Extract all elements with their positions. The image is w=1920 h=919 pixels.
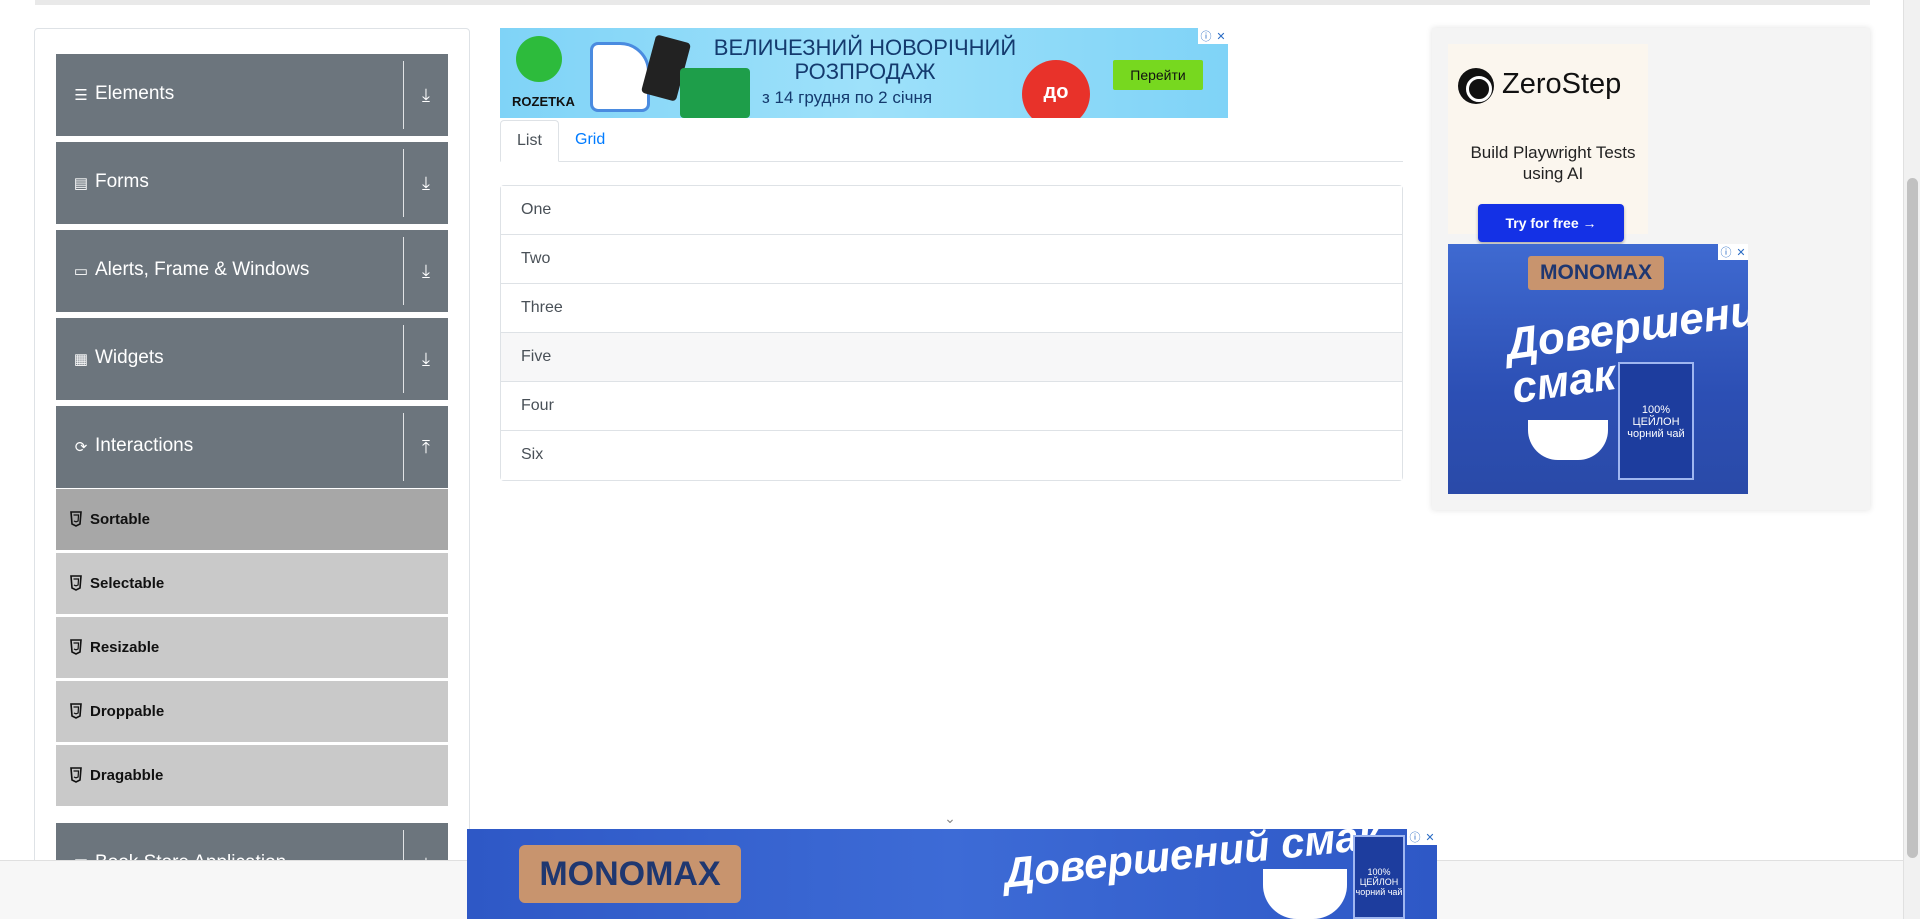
scrollbar-thumb[interactable]: [1907, 178, 1918, 858]
group-divider: [403, 149, 404, 217]
tab-list[interactable]: List: [500, 120, 559, 162]
ad-info-icon[interactable]: ⓘ: [1200, 28, 1211, 44]
left-panel: ☰ Elements ⤓ ▤ Forms ⤓ ▭ Alerts, Frame &…: [34, 28, 470, 919]
sidebar-item-label: Resizable: [90, 639, 160, 656]
hamburger-icon: ☰: [74, 87, 88, 104]
sidebar-item-label: Dragabble: [90, 767, 164, 784]
bottom-banner-ad[interactable]: MONOMAX Довершений смак 100% ЦЕЙЛОН чорн…: [467, 829, 1437, 919]
group-label: Interactions: [95, 435, 194, 456]
upload-arrow-icon[interactable]: ⤒: [416, 436, 436, 458]
ad-close-icon[interactable]: ✕: [1736, 246, 1745, 259]
html5-icon: [70, 575, 82, 591]
tea-box-image: 100% ЦЕЙЛОН чорний чай: [1353, 835, 1405, 919]
ad-close-icon[interactable]: ✕: [1425, 831, 1434, 844]
group-divider: [403, 237, 404, 305]
tab-bar: List Grid: [500, 120, 1403, 162]
sneaker-image: [590, 42, 650, 112]
download-arrow-icon[interactable]: ⤓: [416, 84, 436, 106]
group-elements[interactable]: ☰ Elements ⤓: [56, 54, 448, 136]
list-item[interactable]: Six: [501, 431, 1402, 480]
ad-controls[interactable]: ⓘ ✕: [1198, 28, 1228, 44]
ad-headline: ВЕЛИЧЕЗНИЙ НОВОРІЧНИЙ РОЗПРОДАЖ: [713, 35, 1017, 84]
download-arrow-icon[interactable]: ⤓: [416, 172, 436, 194]
group-divider: [403, 325, 404, 393]
ad-close-icon[interactable]: ✕: [1216, 30, 1225, 43]
zerostep-name: ZeroStep: [1502, 68, 1622, 100]
monomax-brand: MONOMAX: [519, 845, 741, 903]
group-label: Forms: [95, 171, 149, 192]
group-divider: [403, 61, 404, 129]
html5-icon: [70, 767, 82, 783]
list-item[interactable]: Two: [501, 235, 1402, 284]
download-arrow-icon[interactable]: ⤓: [416, 348, 436, 370]
tab-grid[interactable]: Grid: [559, 120, 621, 162]
sidebar-item-selectable[interactable]: Selectable: [56, 552, 448, 614]
page-scrollbar[interactable]: [1903, 0, 1920, 919]
list-item[interactable]: Three: [501, 284, 1402, 333]
tea-cup-image: [1528, 420, 1608, 460]
download-arrow-icon[interactable]: ⤓: [416, 260, 436, 282]
ad-info-icon[interactable]: ⓘ: [1409, 829, 1420, 845]
ad-info-icon[interactable]: ⓘ: [1720, 244, 1731, 260]
refresh-icon: ⟳: [74, 439, 88, 456]
sidebar-item-label: Sortable: [90, 511, 151, 528]
html5-icon: [70, 703, 82, 719]
right-ad-panel: ZeroStep Build Playwright Tests using AI…: [1432, 28, 1870, 510]
window-icon: ▭: [73, 263, 89, 280]
header-strip: [35, 0, 1870, 5]
group-label: Widgets: [95, 347, 164, 368]
sidebar-item-dragabble[interactable]: Dragabble: [56, 744, 448, 806]
list-item[interactable]: Four: [501, 382, 1402, 431]
ad-brand: ROZETKA: [512, 94, 575, 109]
list-item[interactable]: Five: [501, 333, 1402, 382]
group-forms[interactable]: ▤ Forms ⤓: [56, 142, 448, 224]
html5-icon: [70, 511, 82, 527]
sidebar-item-label: Droppable: [90, 703, 165, 720]
try-for-free-button[interactable]: Try for free →: [1478, 204, 1624, 242]
chevron-down-icon[interactable]: ⌄: [940, 810, 960, 826]
group-divider: [403, 413, 404, 481]
ad-controls[interactable]: ⓘ ✕: [1407, 829, 1437, 845]
sidebar-item-sortable[interactable]: Sortable: [56, 488, 448, 550]
group-interactions[interactable]: ⟳ Interactions ⤒: [56, 406, 448, 488]
zerostep-logo-icon: [1458, 68, 1494, 104]
monomax-ad[interactable]: MONOMAX Довершений смак 100% ЦЕЙЛОН чорн…: [1448, 244, 1748, 494]
group-label: Alerts, Frame & Windows: [95, 259, 310, 280]
sidebar-item-resizable[interactable]: Resizable: [56, 616, 448, 678]
sidebar-item-label: Selectable: [90, 575, 165, 592]
ad-cta-button[interactable]: Перейти: [1113, 60, 1203, 90]
monomax-brand: MONOMAX: [1528, 256, 1664, 290]
list-item[interactable]: One: [501, 186, 1402, 235]
top-banner-ad[interactable]: ROZETKA ВЕЛИЧЕЗНИЙ НОВОРІЧНИЙ РОЗПРОДАЖ …: [500, 28, 1228, 118]
zerostep-ad[interactable]: ZeroStep Build Playwright Tests using AI…: [1448, 44, 1648, 242]
sidebar-item-droppable[interactable]: Droppable: [56, 680, 448, 742]
sortable-list: One Two Three Five Four Six: [500, 185, 1403, 481]
rozetka-logo: [516, 36, 562, 82]
zerostep-tagline: Build Playwright Tests using AI: [1470, 143, 1636, 183]
html5-icon: [70, 639, 82, 655]
tea-box-image: 100% ЦЕЙЛОН чорний чай: [1618, 362, 1694, 480]
form-icon: ▤: [73, 175, 89, 192]
group-widgets[interactable]: ▦ Widgets ⤓: [56, 318, 448, 400]
grid-icon: ▦: [73, 351, 89, 368]
ad-controls[interactable]: ⓘ ✕: [1718, 244, 1748, 260]
ad-dates: з 14 грудня по 2 січня: [762, 88, 933, 107]
group-alerts-frame-windows[interactable]: ▭ Alerts, Frame & Windows ⤓: [56, 230, 448, 312]
tea-cup-image: [1263, 869, 1347, 919]
group-label: Elements: [95, 83, 175, 104]
discount-badge: до -60%: [1022, 60, 1090, 118]
